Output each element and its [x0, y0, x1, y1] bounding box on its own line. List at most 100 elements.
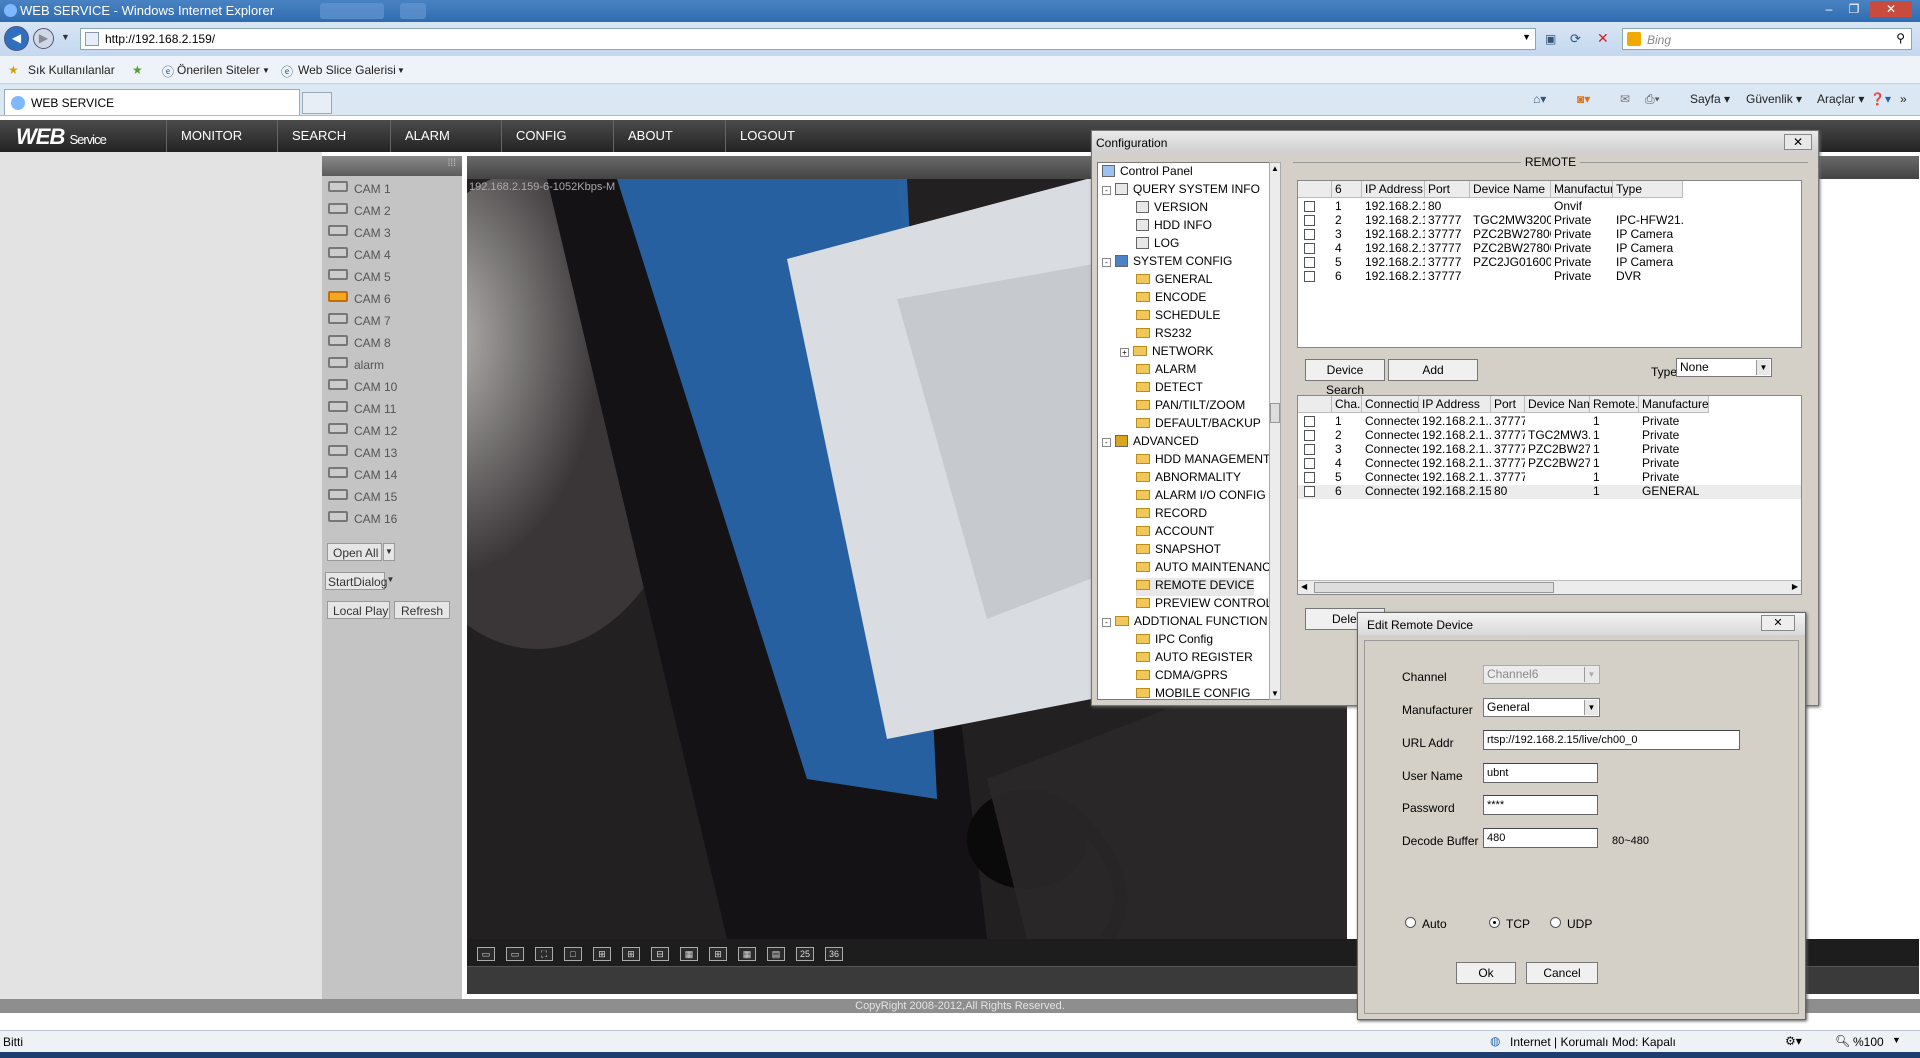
camera-item[interactable]: CAM 10 — [326, 376, 456, 396]
column-header[interactable]: Connectio... — [1362, 396, 1419, 413]
camera-item[interactable]: CAM 13 — [326, 442, 456, 462]
tree-item[interactable]: ALARM I/O CONFIG — [1136, 488, 1266, 506]
tree-item[interactable]: IPC Config — [1136, 632, 1213, 650]
scroll-down-icon[interactable]: ▼ — [1271, 689, 1279, 698]
tree-item[interactable]: LOG — [1136, 236, 1179, 254]
layout-8-icon[interactable]: ⊟ — [651, 947, 669, 961]
address-bar[interactable]: http://192.168.2.159/ ▼ — [80, 28, 1536, 50]
row-checkbox[interactable] — [1304, 458, 1315, 469]
browser-tab[interactable]: WEB SERVICE — [4, 89, 300, 115]
tree-item[interactable]: REMOTE DEVICE — [1136, 578, 1255, 596]
table-row[interactable]: 6 192.168.2.1...37777 Private DVR — [1298, 269, 1801, 284]
expand-icon[interactable]: + — [1120, 348, 1129, 357]
nav-about[interactable]: ABOUT — [613, 120, 724, 152]
tree-item[interactable]: CDMA/GPRS — [1136, 668, 1228, 686]
url-input[interactable]: rtsp://192.168.2.15/live/ch00_0 — [1483, 730, 1740, 750]
radio-auto[interactable] — [1405, 917, 1416, 928]
page-menu[interactable]: Sayfa ▾ — [1690, 92, 1730, 106]
history-dropdown-icon[interactable]: ▼ — [61, 32, 70, 42]
tree-item[interactable]: PAN/TILT/ZOOM — [1136, 398, 1245, 416]
username-input[interactable]: ubnt — [1483, 763, 1598, 783]
layout-1-icon[interactable]: □ — [564, 947, 582, 961]
radio-udp[interactable] — [1550, 917, 1561, 928]
radio-tcp[interactable] — [1489, 917, 1500, 928]
nav-logout[interactable]: LOGOUT — [725, 120, 835, 152]
chevron-down-icon[interactable]: ▼ — [385, 572, 396, 590]
tree-item[interactable]: ENCODE — [1136, 290, 1206, 308]
camera-item[interactable]: CAM 16 — [326, 508, 456, 528]
column-header[interactable]: IP Address — [1419, 396, 1491, 413]
row-checkbox[interactable] — [1304, 444, 1315, 455]
collapse-icon[interactable]: - — [1102, 438, 1111, 447]
row-checkbox[interactable] — [1304, 416, 1315, 427]
nav-monitor[interactable]: MONITOR — [166, 120, 276, 152]
tree-item[interactable]: + NETWORK — [1120, 344, 1213, 362]
chevron-down-icon[interactable]: ▼ — [383, 543, 395, 561]
row-checkbox[interactable] — [1304, 472, 1315, 483]
stop-icon[interactable]: ✕ — [1597, 30, 1609, 47]
address-dropdown-icon[interactable]: ▼ — [1522, 32, 1531, 42]
camera-item[interactable]: CAM 5 — [326, 266, 456, 286]
camera-item[interactable]: CAM 2 — [326, 200, 456, 220]
tools-menu[interactable]: Araçlar ▾ — [1817, 92, 1864, 106]
nav-search[interactable]: SEARCH — [277, 120, 389, 152]
collapse-icon[interactable]: - — [1102, 258, 1111, 267]
scroll-right-icon[interactable]: ▶ — [1792, 582, 1798, 591]
manufacturer-select[interactable]: General ▼ — [1483, 698, 1600, 717]
camera-item[interactable]: CAM 8 — [326, 332, 456, 352]
column-header[interactable]: Device Name — [1525, 396, 1590, 413]
column-header[interactable]: Type — [1613, 181, 1683, 198]
tree-item[interactable]: ALARM — [1136, 362, 1196, 380]
print-icon[interactable]: ⎙▾ — [1645, 92, 1660, 107]
help-icon[interactable]: ❓▾ — [1870, 92, 1891, 106]
search-box[interactable]: Bing ⚲ — [1622, 28, 1912, 50]
row-checkbox[interactable] — [1304, 229, 1315, 240]
camera-item[interactable]: CAM 11 — [326, 398, 456, 418]
safety-menu[interactable]: Güvenlik ▾ — [1746, 92, 1802, 106]
tree-item[interactable]: - QUERY SYSTEM INFO — [1102, 182, 1260, 200]
tree-item[interactable]: DEFAULT/BACKUP — [1136, 416, 1261, 434]
open-all-button[interactable]: Open All ▼ — [327, 543, 395, 561]
scroll-up-icon[interactable]: ▲ — [1271, 164, 1279, 173]
column-header[interactable]: Port — [1491, 396, 1525, 413]
tree-item[interactable]: GENERAL — [1136, 272, 1212, 290]
scroll-thumb[interactable] — [1314, 582, 1554, 593]
tree-item[interactable]: AUTO MAINTENANCE — [1136, 560, 1273, 578]
column-header[interactable]: IP Address — [1362, 181, 1425, 198]
camera-item[interactable]: CAM 4 — [326, 244, 456, 264]
column-header[interactable]: Manufacturer — [1639, 396, 1709, 413]
cancel-button[interactable]: Cancel — [1526, 962, 1598, 984]
zoom-level[interactable]: %100 — [1853, 1035, 1884, 1049]
scroll-thumb[interactable] — [1270, 403, 1280, 423]
camera-item[interactable]: CAM 6 — [326, 288, 456, 308]
column-header[interactable]: 6 — [1332, 181, 1362, 198]
table-hscrollbar[interactable]: ◀ ▶ — [1298, 580, 1801, 594]
fullscreen-icon[interactable]: ⛶ — [535, 947, 553, 961]
table-row[interactable]: 6 Connected 192.168.2.15 80 1 GENERAL — [1298, 484, 1801, 499]
tree-item[interactable]: HDD INFO — [1136, 218, 1212, 236]
tree-scrollbar[interactable]: ▲ ▼ — [1269, 162, 1281, 700]
camera-item[interactable]: CAM 7 — [326, 310, 456, 330]
refresh-icon[interactable]: ⟳ — [1570, 31, 1581, 47]
back-icon[interactable]: ◀ — [4, 26, 29, 51]
tree-item[interactable]: VERSION — [1136, 200, 1208, 218]
layout-16-icon[interactable]: ▦ — [738, 947, 756, 961]
chevron-down-icon[interactable]: ▼ — [1892, 1035, 1901, 1045]
compat-view-icon[interactable]: ▣ — [1545, 32, 1556, 46]
close-window-icon[interactable]: ✕ — [1870, 1, 1912, 17]
row-checkbox[interactable] — [1304, 486, 1315, 497]
camera-item[interactable]: CAM 3 — [326, 222, 456, 242]
row-checkbox[interactable] — [1304, 430, 1315, 441]
refresh-button[interactable]: Refresh — [394, 601, 450, 619]
tree-item[interactable]: PREVIEW CONTROL — [1136, 596, 1272, 614]
camera-item[interactable]: CAM 14 — [326, 464, 456, 484]
camera-item[interactable]: alarm — [326, 354, 456, 374]
new-tab-button[interactable] — [302, 92, 332, 114]
search-icon[interactable]: ⚲ — [1896, 31, 1905, 45]
grip-icon[interactable]: ⁞⁞⁞ — [448, 158, 456, 169]
forward-icon[interactable]: ▶ — [33, 28, 54, 49]
column-header[interactable]: Manufacturer — [1551, 181, 1613, 198]
collapse-icon[interactable]: - — [1102, 186, 1111, 195]
layout-36-button[interactable]: 36 — [825, 947, 843, 961]
extend-icon[interactable]: » — [1900, 92, 1907, 106]
